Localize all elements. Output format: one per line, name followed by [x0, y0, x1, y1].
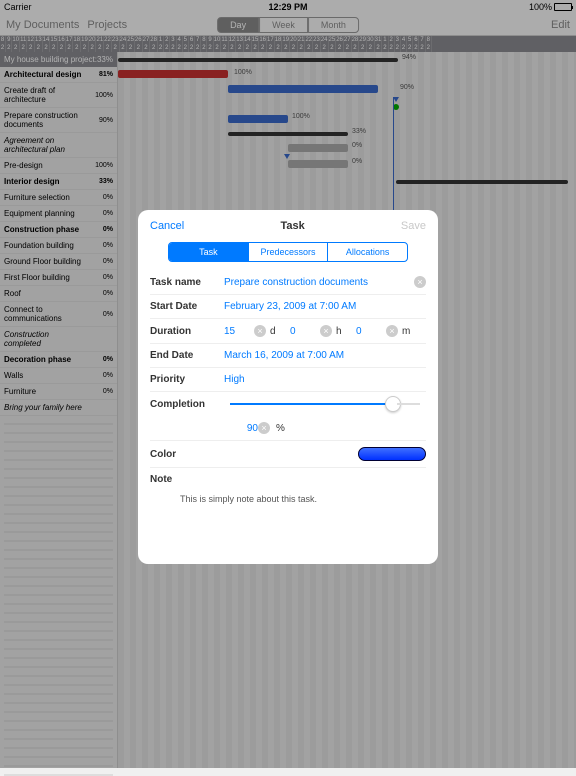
task-modal: Cancel Task Save Task Predecessors Alloc…	[138, 210, 438, 564]
tab-allocations[interactable]: Allocations	[327, 243, 407, 261]
tab-task[interactable]: Task	[169, 243, 248, 261]
duration-days-field[interactable]: 15	[224, 326, 250, 337]
clear-icon[interactable]: ×	[320, 325, 332, 337]
modal-overlay: Cancel Task Save Task Predecessors Alloc…	[0, 0, 576, 768]
modal-header: Cancel Task Save	[138, 210, 438, 242]
clear-icon[interactable]: ×	[414, 276, 426, 288]
clear-icon[interactable]: ×	[254, 325, 266, 337]
task-name-field[interactable]: Prepare construction documents	[224, 277, 414, 288]
cancel-button[interactable]: Cancel	[150, 220, 184, 232]
end-date-label: End Date	[150, 350, 224, 361]
priority-field[interactable]: High	[224, 374, 426, 385]
modal-title: Task	[280, 220, 304, 232]
duration-label: Duration	[150, 326, 224, 337]
task-name-label: Task name	[150, 277, 224, 288]
tab-predecessors[interactable]: Predecessors	[248, 243, 328, 261]
completion-slider[interactable]	[230, 403, 420, 405]
end-date-field[interactable]: March 16, 2009 at 7:00 AM	[224, 350, 426, 361]
note-label: Note	[150, 474, 224, 485]
pct-unit: %	[276, 423, 292, 434]
slider-thumb[interactable]	[385, 396, 401, 412]
start-date-field[interactable]: February 23, 2009 at 7:00 AM	[224, 301, 426, 312]
modal-tabs[interactable]: Task Predecessors Allocations	[168, 242, 408, 262]
clear-icon[interactable]: ×	[258, 422, 270, 434]
unit-d: d	[270, 326, 286, 337]
completion-value-field[interactable]: 90	[224, 423, 258, 434]
unit-m: m	[402, 326, 418, 337]
duration-minutes-field[interactable]: 0	[356, 326, 382, 337]
note-field[interactable]: This is simply note about this task.	[150, 492, 426, 564]
priority-label: Priority	[150, 374, 224, 385]
unit-h: h	[336, 326, 352, 337]
color-swatch[interactable]	[358, 447, 426, 461]
clear-icon[interactable]: ×	[386, 325, 398, 337]
start-date-label: Start Date	[150, 301, 224, 312]
completion-label: Completion	[150, 399, 224, 410]
color-label: Color	[150, 449, 224, 460]
task-form: Task name Prepare construction documents…	[138, 270, 438, 564]
save-button[interactable]: Save	[401, 220, 426, 232]
duration-hours-field[interactable]: 0	[290, 326, 316, 337]
